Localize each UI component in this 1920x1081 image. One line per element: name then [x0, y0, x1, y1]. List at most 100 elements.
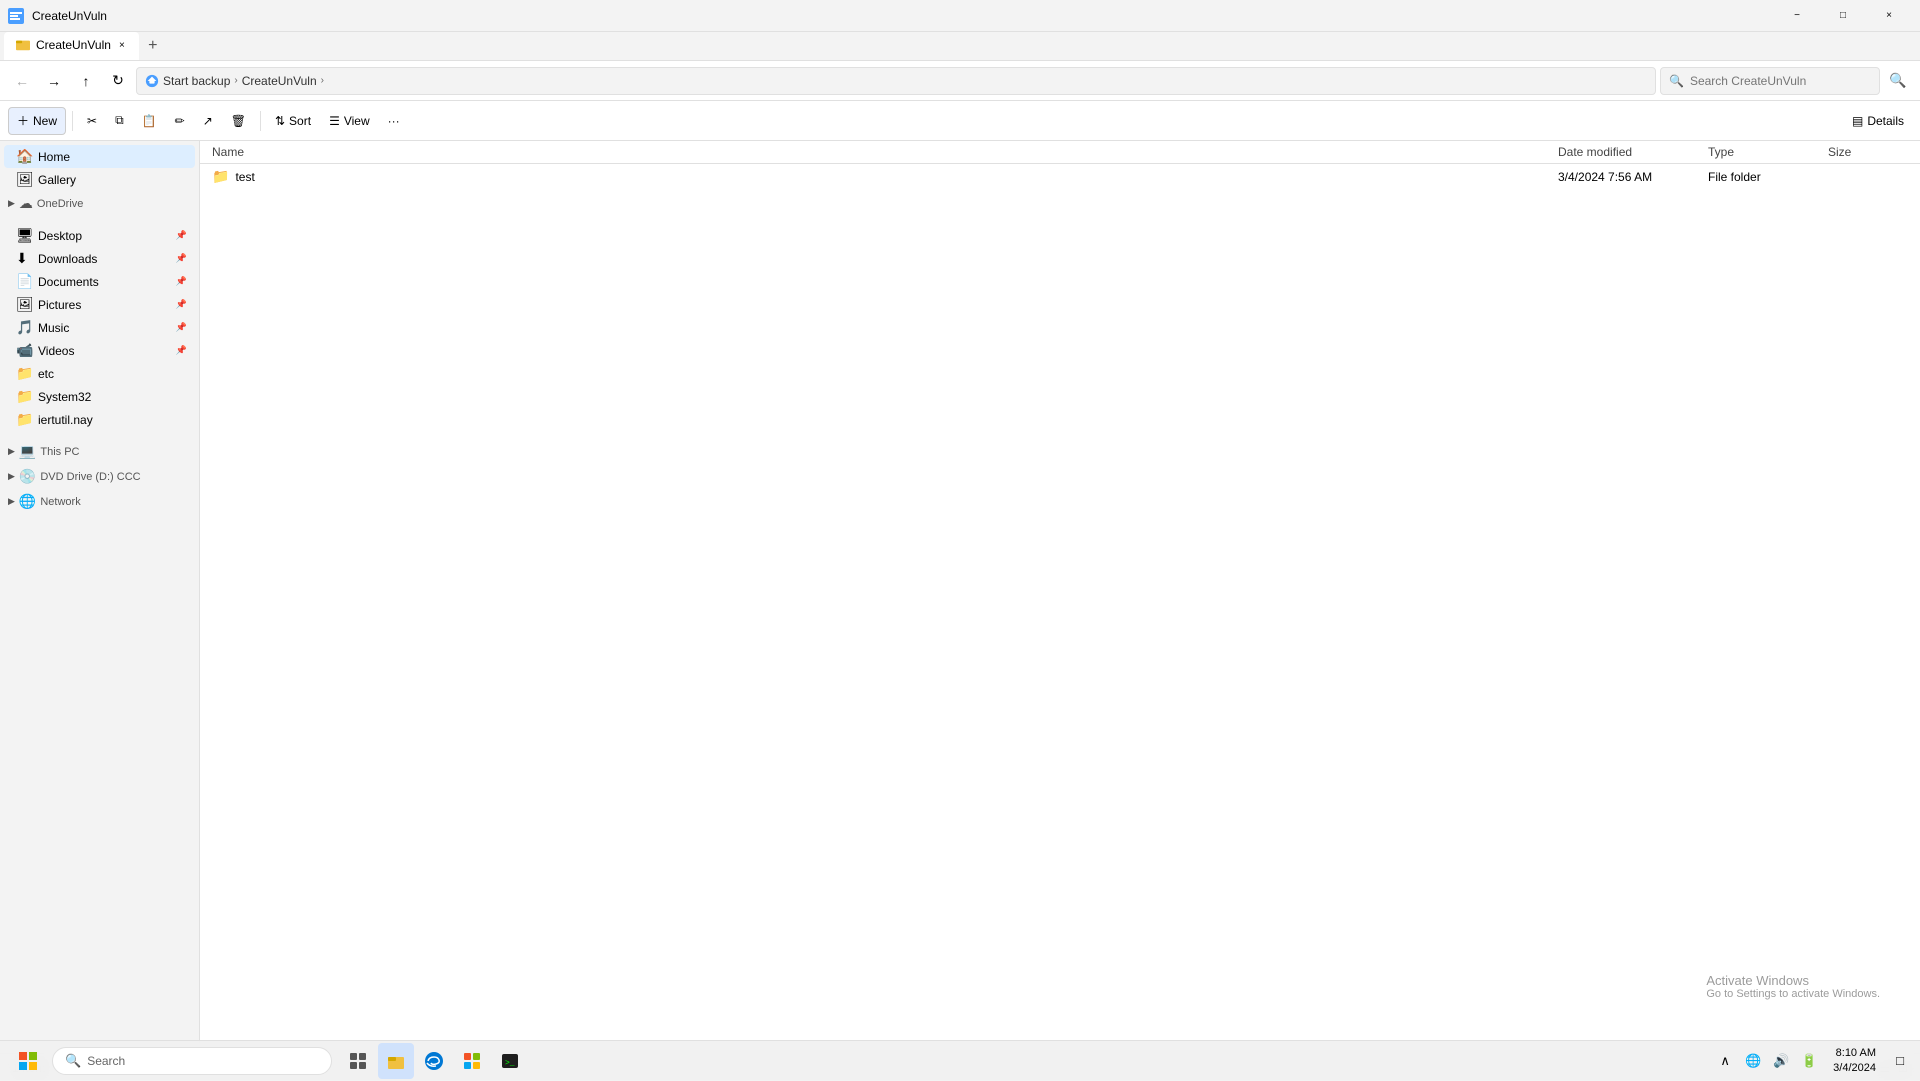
sidebar-item-documents[interactable]: 📄 Documents 📌 [4, 270, 195, 293]
search-button[interactable]: 🔍 [1884, 67, 1912, 95]
sidebar-system32-label: System32 [38, 390, 91, 404]
pictures-icon: 🖼 [16, 296, 32, 313]
window-title: CreateUnVuln [32, 9, 1766, 23]
cut-button[interactable]: ✂ [79, 107, 105, 135]
downloads-icon: ⬇ [16, 250, 32, 267]
sidebar-home-label: Home [38, 150, 70, 164]
sidebar-downloads-label: Downloads [38, 252, 97, 266]
network-icon: 🌐 [19, 493, 36, 510]
minimize-button[interactable]: − [1774, 0, 1820, 32]
system32-icon: 📁 [16, 388, 32, 405]
task-view-button[interactable] [340, 1043, 376, 1079]
system-tray: ∧ 🌐 🔊 🔋 8:10 AM 3/4/2024 □ [1713, 1046, 1912, 1075]
active-tab[interactable]: CreateUnVuln × [4, 32, 139, 60]
start-button[interactable] [8, 1043, 48, 1079]
file-explorer-icon [386, 1051, 406, 1071]
notification-icon[interactable]: □ [1888, 1049, 1912, 1073]
sidebar-group-network[interactable]: ▶ 🌐 Network [0, 489, 199, 514]
sort-button[interactable]: ⇅ Sort [267, 107, 319, 135]
taskbar-search-bar[interactable]: 🔍 Search [52, 1047, 332, 1075]
new-tab-button[interactable]: + [139, 32, 167, 60]
sidebar-item-pictures[interactable]: 🖼 Pictures 📌 [4, 293, 195, 316]
taskbar-search-label: Search [87, 1054, 125, 1068]
breadcrumb[interactable]: Start backup › CreateUnVuln › [136, 67, 1656, 95]
more-button[interactable]: ··· [380, 107, 408, 135]
share-button[interactable]: ↗ [195, 107, 221, 135]
sidebar-item-home[interactable]: 🏠 Home [4, 145, 195, 168]
clock[interactable]: 8:10 AM 3/4/2024 [1825, 1046, 1884, 1075]
maximize-button[interactable]: □ [1820, 0, 1866, 32]
sidebar-item-etc[interactable]: 📁 etc [4, 362, 195, 385]
up-button[interactable]: ↑ [72, 67, 100, 95]
downloads-pin: 📌 [176, 253, 187, 264]
sidebar-item-music[interactable]: 🎵 Music 📌 [4, 316, 195, 339]
sidebar-music-label: Music [38, 321, 69, 335]
sidebar-item-system32[interactable]: 📁 System32 [4, 385, 195, 408]
sidebar-videos-label: Videos [38, 344, 74, 358]
col-date[interactable]: Date modified [1558, 145, 1708, 159]
sidebar-etc-label: etc [38, 367, 54, 381]
sidebar-item-desktop[interactable]: 🖥 Desktop 📌 [4, 224, 195, 247]
terminal-taskbar-button[interactable]: >_ [492, 1043, 528, 1079]
refresh-button[interactable]: ↻ [104, 67, 132, 95]
edge-taskbar-button[interactable] [416, 1043, 452, 1079]
details-button[interactable]: ▤ Details [1844, 110, 1912, 132]
sidebar: 🏠 Home 🖼 Gallery ▶ ☁ OneDrive 🖥 Desktop … [0, 141, 200, 1053]
music-pin: 📌 [176, 322, 187, 333]
paste-button[interactable]: 📋 [134, 107, 165, 135]
rename-button[interactable]: ✏ [167, 107, 193, 135]
col-name[interactable]: Name [212, 145, 1558, 159]
volume-tray-icon[interactable]: 🔊 [1769, 1049, 1793, 1073]
search-bar[interactable]: 🔍 [1660, 67, 1880, 95]
delete-button[interactable]: 🗑 [223, 107, 254, 135]
address-bar: ← → ↑ ↻ Start backup › CreateUnVuln › 🔍 … [0, 61, 1920, 101]
sidebar-item-iertutil[interactable]: 📁 iertutil.nay [4, 408, 195, 431]
network-chevron: ▶ [8, 496, 15, 507]
sidebar-item-downloads[interactable]: ⬇ Downloads 📌 [4, 247, 195, 270]
forward-button[interactable]: → [40, 67, 68, 95]
time-display: 8:10 AM [1833, 1046, 1876, 1060]
copy-button[interactable]: ⧉ [107, 107, 132, 135]
view-button[interactable]: ☰ View [321, 107, 378, 135]
sidebar-group-dvd[interactable]: ▶ 💿 DVD Drive (D:) CCC [0, 464, 199, 489]
taskbar-search-icon: 🔍 [65, 1053, 81, 1069]
toolbar-separator-2 [260, 111, 261, 131]
sidebar-item-videos[interactable]: 📹 Videos 📌 [4, 339, 195, 362]
desktop-pin: 📌 [176, 230, 187, 241]
gallery-icon: 🖼 [16, 171, 32, 188]
edge-icon [424, 1051, 444, 1071]
sidebar-gallery-label: Gallery [38, 173, 76, 187]
network-tray-icon[interactable]: 🌐 [1741, 1049, 1765, 1073]
taskbar: 🔍 Search [0, 1040, 1920, 1080]
file-date: 3/4/2024 7:56 AM [1558, 170, 1708, 184]
new-button[interactable]: ＋ New [8, 107, 66, 135]
file-name: test [235, 170, 254, 184]
tray-chevron[interactable]: ∧ [1713, 1049, 1737, 1073]
table-row[interactable]: 📁 test 3/4/2024 7:56 AM File folder [200, 164, 1920, 189]
sidebar-group-this-pc[interactable]: ▶ 💻 This PC [0, 439, 199, 464]
toolbar: ＋ New ✂ ⧉ 📋 ✏ ↗ 🗑 ⇅ Sort ☰ View ··· ▤ De… [0, 101, 1920, 141]
battery-tray-icon[interactable]: 🔋 [1797, 1049, 1821, 1073]
details-icon: ▤ [1852, 114, 1863, 128]
sidebar-item-gallery[interactable]: 🖼 Gallery [4, 168, 195, 191]
sidebar-this-pc-label: This PC [40, 446, 79, 458]
music-icon: 🎵 [16, 319, 32, 336]
sidebar-group-onedrive[interactable]: ▶ ☁ OneDrive [0, 191, 199, 216]
new-icon: ＋ [17, 112, 29, 129]
col-size[interactable]: Size [1828, 145, 1908, 159]
close-button[interactable]: × [1866, 0, 1912, 32]
details-label: Details [1867, 114, 1904, 128]
back-button[interactable]: ← [8, 67, 36, 95]
view-label: View [344, 114, 370, 128]
svg-text:>_: >_ [505, 1059, 515, 1068]
sort-label: Sort [289, 114, 311, 128]
tab-close-btn[interactable]: × [117, 38, 127, 53]
sidebar-iertutil-label: iertutil.nay [38, 413, 93, 427]
column-headers: Name Date modified Type Size [200, 141, 1920, 164]
file-explorer-taskbar-button[interactable] [378, 1043, 414, 1079]
col-type[interactable]: Type [1708, 145, 1828, 159]
search-input[interactable] [1690, 74, 1871, 88]
store-taskbar-button[interactable] [454, 1043, 490, 1079]
tab-bar: CreateUnVuln × + [0, 32, 1920, 61]
sidebar-desktop-label: Desktop [38, 229, 82, 243]
